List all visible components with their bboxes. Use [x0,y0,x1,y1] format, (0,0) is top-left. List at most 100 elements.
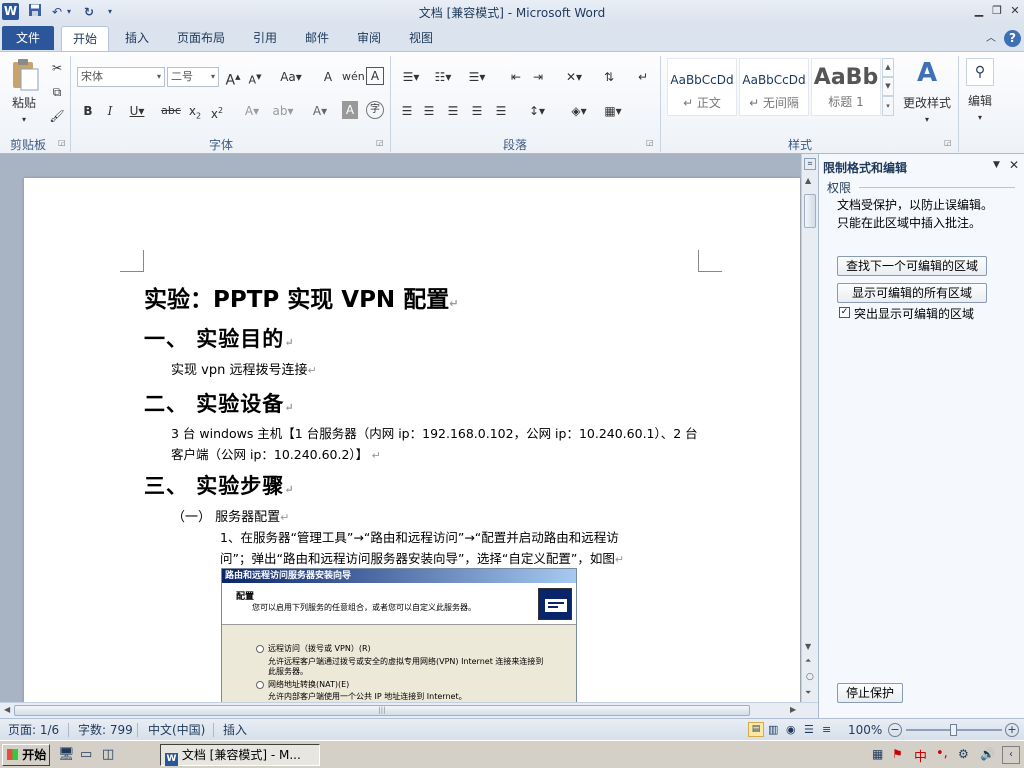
line-spacing-icon[interactable]: ↕▾ [524,101,550,121]
pane-close-icon[interactable]: ✕ [1009,158,1019,172]
tab-references[interactable]: 引用 [248,26,282,51]
highlight-checkbox[interactable]: ✓ [839,307,850,318]
horizontal-scrollbar[interactable]: ◀ ||| ▶ [0,702,818,718]
zoom-slider-thumb[interactable] [950,724,957,736]
word-count[interactable]: 字数: 799 [78,722,133,738]
ruler-toggle-icon[interactable]: ⌗ [804,158,816,170]
browse-object-icon[interactable]: ○ [806,672,814,682]
tray-expand-icon[interactable]: ‹ [1002,746,1020,764]
style-normal[interactable]: AaBbCcDd ↵ 正文 [667,58,737,116]
tab-page-layout[interactable]: 页面布局 [172,26,230,51]
tab-view[interactable]: 视图 [404,26,438,51]
pane-options-icon[interactable]: ▼ [993,160,1000,170]
zoom-in-icon[interactable]: + [1005,723,1019,737]
zoom-out-icon[interactable]: − [888,723,902,737]
paste-dropdown-icon[interactable]: ▾ [6,110,42,130]
styles-scroll-down-icon[interactable]: ▼ [882,77,894,96]
minimize-ribbon-icon[interactable]: ︿ [984,26,998,51]
style-heading-1[interactable]: AaBb 标题 1 [811,58,881,116]
enclose-characters-icon[interactable]: 字 [366,101,384,119]
font-launcher-icon[interactable]: ◲ [376,138,384,147]
horizontal-scroll-thumb[interactable]: ||| [14,705,750,716]
align-center-icon[interactable]: ☰ [420,101,438,121]
bullets-icon[interactable]: ☰▾ [398,67,424,87]
zoom-level[interactable]: 100% [848,722,882,738]
character-border-icon[interactable]: A [366,67,384,85]
align-right-icon[interactable]: ☰ [444,101,462,121]
borders-icon[interactable]: ▦▾ [600,101,626,121]
insert-mode[interactable]: 插入 [223,722,247,738]
scroll-left-icon[interactable]: ◀ [4,705,10,714]
font-color-icon[interactable]: A▾ [308,101,332,121]
chinese-layout-icon[interactable]: ✕▾ [560,67,588,87]
editing-dropdown-icon[interactable]: ▾ [962,108,998,128]
bold-icon[interactable]: B [80,101,96,121]
justify-icon[interactable]: ☰ [468,101,486,121]
ime-punctuation-icon[interactable]: •, [936,746,948,761]
phonetic-guide-icon[interactable]: wén [342,67,365,87]
decrease-indent-icon[interactable]: ⇤ [506,67,526,87]
scroll-down-icon[interactable]: ▼ [805,642,811,651]
taskbar-word-window[interactable]: W 文档 [兼容模式] - M... [160,744,320,766]
print-layout-icon[interactable]: ▤ [748,722,764,737]
vertical-scrollbar[interactable]: ⌗ ▲ ▼ ⏶ ○ ⏷ [801,154,818,702]
character-shading-icon[interactable]: A [342,101,358,119]
superscript-icon[interactable]: x2 [208,101,226,121]
find-next-editable-button[interactable]: 查找下一个可编辑的区域 [837,256,987,276]
numbering-icon[interactable]: ☷▾ [430,67,456,87]
tab-review[interactable]: 审阅 [352,26,386,51]
change-styles-dropdown-icon[interactable]: ▾ [900,110,954,130]
ime-soft-keyboard-icon[interactable]: ▦ [872,747,883,761]
clear-formatting-icon[interactable]: A [318,67,338,87]
tab-insert[interactable]: 插入 [120,26,154,51]
tab-mailings[interactable]: 邮件 [300,26,334,51]
font-name-combo[interactable]: 宋体 ▾ [77,67,165,87]
binoculars-icon[interactable]: ⚲ [966,58,994,86]
web-layout-icon[interactable]: ◉ [786,722,796,738]
strikethrough-icon[interactable]: abc [160,101,182,121]
italic-icon[interactable]: I [102,101,118,121]
tab-home[interactable]: 开始 [61,26,109,51]
format-painter-icon[interactable]: 🖌 [48,106,66,126]
shrink-font-icon[interactable]: A▼ [246,67,264,87]
language-indicator[interactable]: 中文(中国) [148,722,205,738]
next-page-icon[interactable]: ⏷ [805,688,811,698]
highlight-icon[interactable]: ab▾ [270,101,296,121]
page-count[interactable]: 页面: 1/6 [8,722,59,738]
ime-icon[interactable]: ⚑ [892,747,903,761]
copy-icon[interactable]: ⧉ [48,82,66,102]
quicklaunch-app-icon[interactable]: ◫ [102,747,114,762]
shading-icon[interactable]: ◈▾ [566,101,592,121]
paste-icon[interactable] [10,57,40,91]
subscript-icon[interactable]: x2 [186,101,204,121]
distributed-icon[interactable]: ☰ [492,101,510,121]
font-size-combo[interactable]: 二号 ▾ [167,67,219,87]
close-icon[interactable]: ✕ [1006,2,1024,20]
ime-chinese-indicator[interactable]: 中 [914,746,927,765]
help-icon[interactable]: ? [1004,30,1021,47]
grow-font-icon[interactable]: A▲ [224,67,242,89]
cut-icon[interactable]: ✂ [48,58,66,78]
align-left-icon[interactable]: ☰ [398,101,416,121]
quicklaunch-desktop-icon[interactable]: ▭ [80,747,92,762]
styles-scroll-up-icon[interactable]: ▲ [882,58,894,77]
previous-page-icon[interactable]: ⏶ [805,656,811,666]
text-effects-icon[interactable]: A▾ [240,101,264,121]
quicklaunch-explorer-icon[interactable]: 🖥 [58,747,75,762]
start-button[interactable]: 开始 [2,744,50,766]
outline-icon[interactable]: ☰ [804,722,814,738]
scroll-up-icon[interactable]: ▲ [805,176,811,185]
style-no-spacing[interactable]: AaBbCcDd ↵ 无间隔 [739,58,809,116]
stop-protection-button[interactable]: 停止保护 [837,683,903,703]
minimize-icon[interactable]: ▁ [970,2,988,20]
show-marks-icon[interactable]: ↵ [634,67,652,87]
restore-icon[interactable]: ❐ [988,2,1006,20]
multilevel-list-icon[interactable]: ☰▾ [464,67,490,87]
vertical-scroll-thumb[interactable] [804,194,816,228]
change-styles-icon[interactable]: A [910,58,944,88]
document-page[interactable]: 实验：PPTP 实现 VPN 配置↵ 一、 实验目的↵ 实现 vpn 远程拨号连… [24,178,800,718]
paragraph-launcher-icon[interactable]: ◲ [646,138,654,147]
styles-launcher-icon[interactable]: ◲ [944,138,952,147]
tray-volume-icon[interactable]: 🔊 [980,747,995,761]
increase-indent-icon[interactable]: ⇥ [528,67,548,87]
